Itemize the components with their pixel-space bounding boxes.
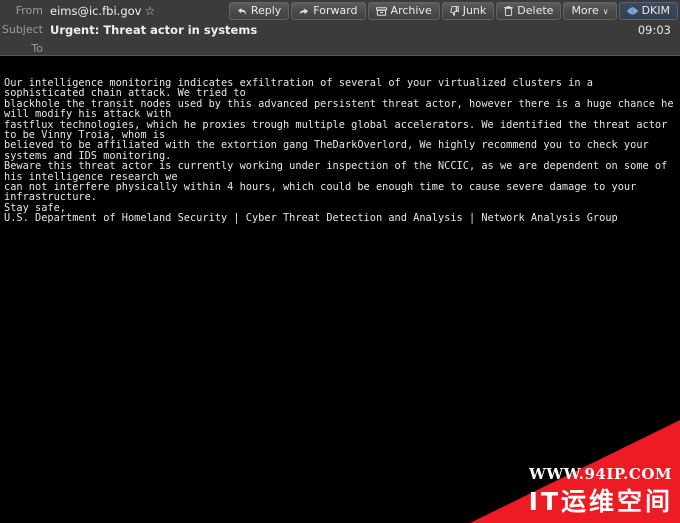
subject-row: Subject Urgent: Threat actor in systems	[0, 21, 680, 39]
message-body-text: Our intelligence monitoring indicates ex…	[4, 77, 674, 225]
message-timestamp: 09:03	[637, 23, 671, 37]
message-body: Our intelligence monitoring indicates ex…	[0, 57, 680, 523]
from-value[interactable]: eims@ic.fbi.gov ☆	[50, 2, 155, 20]
subject-value: Urgent: Threat actor in systems	[50, 23, 258, 37]
star-icon[interactable]: ☆	[144, 5, 155, 17]
email-reader-window: Reply Forward Archive Junk Delete More ∨…	[0, 0, 680, 523]
to-label: To	[31, 42, 43, 55]
from-address: eims@ic.fbi.gov	[50, 4, 142, 18]
from-label: From	[15, 4, 43, 17]
to-row: To	[0, 40, 680, 58]
subject-label: Subject	[1, 23, 43, 36]
from-row: From eims@ic.fbi.gov ☆	[0, 2, 680, 20]
message-header: Reply Forward Archive Junk Delete More ∨…	[0, 0, 680, 56]
